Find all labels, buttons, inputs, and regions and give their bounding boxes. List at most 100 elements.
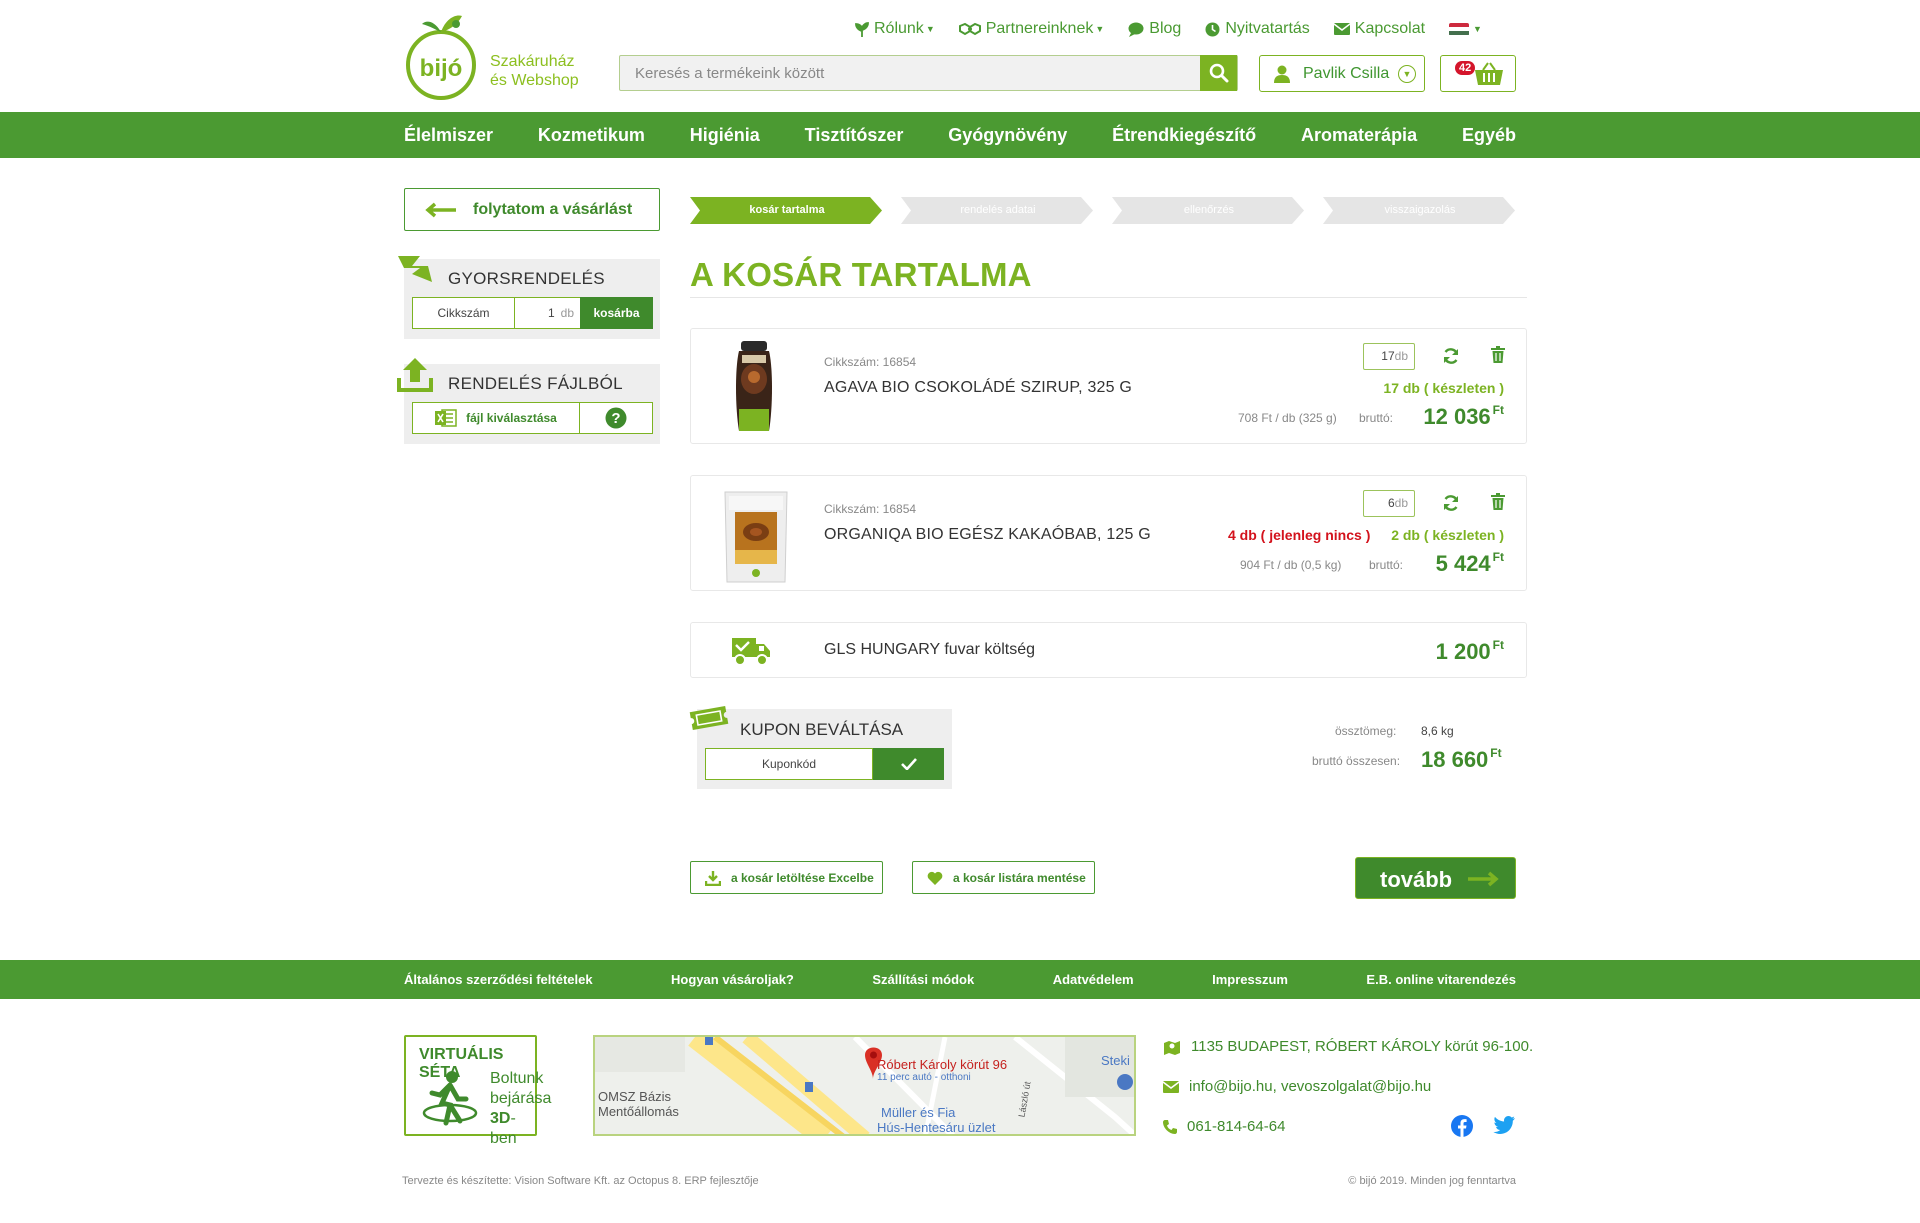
item-qty-input[interactable]: 17db xyxy=(1363,343,1415,370)
language-selector[interactable]: ▼ xyxy=(1449,22,1482,36)
next-button-label: tovább xyxy=(1380,867,1453,892)
footer-link-dispute[interactable]: E.B. online vitarendezés xyxy=(1366,972,1516,987)
cart-count-badge: 42 xyxy=(1455,61,1476,75)
truck-icon xyxy=(732,638,770,666)
map-label-butcher: Hús-Hentesáru üzlet xyxy=(877,1120,996,1135)
tagline-line2: és Webshop xyxy=(490,72,579,89)
bijo-logo[interactable]: bijó xyxy=(404,10,478,102)
item-unit-price: 708 Ft / db (325 g) xyxy=(1238,411,1337,425)
map-icon xyxy=(1164,1040,1180,1055)
upload-icon xyxy=(397,358,433,392)
main-category-nav: Élelmiszer Kozmetikum Higiénia Tisztítós… xyxy=(0,112,1920,158)
quick-order-qty-input[interactable]: 1 db xyxy=(514,297,580,329)
trash-icon[interactable] xyxy=(1491,346,1505,363)
refresh-icon[interactable] xyxy=(1442,494,1460,512)
quick-order-sku-input[interactable]: Cikkszám xyxy=(412,297,514,329)
item-stock-status: 2 db ( készleten ) xyxy=(1391,527,1504,543)
topnav-contact[interactable]: Kapcsolat xyxy=(1333,20,1425,38)
nav-food[interactable]: Élelmiszer xyxy=(404,125,493,146)
nav-supplements[interactable]: Étrendkiegészítő xyxy=(1112,125,1256,146)
chat-icon xyxy=(1128,22,1144,37)
item-price-currency: Ft xyxy=(1492,550,1504,564)
envelope-icon xyxy=(1163,1080,1179,1093)
footer-address: 1135 BUDAPEST, RÓBERT KÁROLY körút 96-10… xyxy=(1163,1038,1533,1055)
virtual-tour-box[interactable]: VIRTUÁLIS SÉTA Boltunk bejárása 3D-ben xyxy=(404,1035,551,1147)
step-order-details-label: rendelés adatai xyxy=(960,204,1036,216)
footer-email-text: info@bijo.hu, vevoszolgalat@bijo.hu xyxy=(1189,1078,1432,1095)
store-map[interactable]: Róbert Károly körút 96 11 perc autó - ot… xyxy=(593,1035,1136,1136)
nav-cleaning[interactable]: Tisztítószer xyxy=(805,125,904,146)
continue-shopping-label: folytatom a vásárlást xyxy=(473,201,633,218)
refresh-icon[interactable] xyxy=(1442,347,1460,365)
twitter-icon[interactable] xyxy=(1493,1116,1515,1134)
map-label-muller: Müller és Fia xyxy=(881,1105,956,1120)
product-image-syrup[interactable] xyxy=(711,337,801,437)
facebook-icon[interactable] xyxy=(1451,1115,1473,1137)
topnav-opening-hours[interactable]: Nyitvatartás xyxy=(1205,20,1310,38)
file-order-title: RENDELÉS FÁJLBÓL xyxy=(448,374,623,393)
footer-link-shipping[interactable]: Szállítási módok xyxy=(872,972,974,987)
step-cart-contents[interactable]: kosár tartalma xyxy=(690,197,884,224)
svg-text:?: ? xyxy=(611,410,620,427)
shipping-price-currency: Ft xyxy=(1492,638,1504,652)
topnav-about[interactable]: Rólunk ▼ xyxy=(855,20,935,38)
next-button[interactable]: tovább xyxy=(1355,857,1516,899)
continue-shopping-button[interactable]: folytatom a vásárlást xyxy=(404,188,660,231)
item-qty-unit: db xyxy=(1394,349,1408,363)
quick-order-panel: GYORSRENDELÉS Cikkszám 1 db kosárba xyxy=(398,256,660,339)
coupon-apply-button[interactable] xyxy=(873,748,944,780)
item-name[interactable]: ORGANIQA BIO EGÉSZ KAKAÓBAB, 125 G xyxy=(824,526,1151,544)
coupon-code-input[interactable]: Kuponkód xyxy=(705,748,873,780)
product-image-cacao[interactable] xyxy=(711,484,801,584)
footer-link-how-to-buy[interactable]: Hogyan vásároljak? xyxy=(671,972,794,987)
item-brutto-label: bruttó: xyxy=(1359,411,1394,425)
topnav-blog-label: Blog xyxy=(1149,20,1182,37)
handshake-icon xyxy=(958,22,981,36)
item-price: 5 424 Ft xyxy=(1436,550,1504,577)
footer-link-imprint[interactable]: Impresszum xyxy=(1212,972,1288,987)
choose-file-button[interactable]: fájl kiválasztása xyxy=(412,402,580,434)
save-to-list-button[interactable]: a kosár listára mentése xyxy=(912,861,1095,894)
item-out-of-stock-status: 4 db ( jelenleg nincs ) xyxy=(1228,527,1371,543)
footer-phone[interactable]: 061-814-64-64 xyxy=(1163,1118,1285,1135)
shipping-label: GLS HUNGARY fuvar költség xyxy=(824,641,1036,658)
virtual-tour-line2: bejárása xyxy=(490,1090,552,1107)
save-to-list-label: a kosár listára mentése xyxy=(953,870,1086,885)
step-confirmation: visszaigazolás xyxy=(1323,197,1517,224)
topnav-blog[interactable]: Blog xyxy=(1128,20,1181,38)
nav-herbs[interactable]: Gyógynövény xyxy=(948,125,1067,146)
quick-order-add-button[interactable]: kosárba xyxy=(580,297,653,329)
total-gross-currency: Ft xyxy=(1490,746,1502,760)
trash-icon[interactable] xyxy=(1491,493,1505,510)
nav-hygiene[interactable]: Higiénia xyxy=(690,125,760,146)
footer-link-terms[interactable]: Általános szerződési feltételek xyxy=(404,972,593,987)
topnav-opening-hours-label: Nyitvatartás xyxy=(1225,20,1310,37)
title-divider xyxy=(690,297,1527,298)
map-label-omsz: OMSZ Bázis xyxy=(598,1089,671,1104)
nav-aromatherapy[interactable]: Aromaterápia xyxy=(1301,125,1417,146)
item-name[interactable]: AGAVA BIO CSOKOLÁDÉ SZIRUP, 325 G xyxy=(824,379,1132,397)
footer-address-text: 1135 BUDAPEST, RÓBERT KÁROLY körút 96-10… xyxy=(1191,1038,1534,1055)
help-button[interactable]: ? xyxy=(580,402,653,434)
item-qty-value: 17 xyxy=(1381,349,1395,363)
user-menu[interactable]: Pavlik Csilla ▼ xyxy=(1259,55,1425,92)
nav-other[interactable]: Egyéb xyxy=(1462,125,1516,146)
cart-item-row: Cikkszám: 16854 AGAVA BIO CSOKOLÁDÉ SZIR… xyxy=(690,328,1527,444)
item-sku: Cikkszám: 16854 xyxy=(824,502,917,516)
footer-email[interactable]: info@bijo.hu, vevoszolgalat@bijo.hu xyxy=(1163,1078,1431,1095)
footer-link-privacy[interactable]: Adatvédelem xyxy=(1053,972,1134,987)
svg-text:bijó: bijó xyxy=(420,55,463,82)
clock-icon xyxy=(1205,22,1220,36)
search-button[interactable] xyxy=(1200,55,1237,91)
footer-link-bar: Általános szerződési feltételek Hogyan v… xyxy=(0,960,1920,999)
item-price-value: 12 036 xyxy=(1423,404,1491,429)
item-qty-input[interactable]: 6db xyxy=(1363,490,1415,517)
cart-button[interactable]: 42 xyxy=(1440,55,1516,92)
nav-cosmetics[interactable]: Kozmetikum xyxy=(538,125,645,146)
download-excel-button[interactable]: a kosár letöltése Excelbe xyxy=(690,861,883,894)
item-qty-value: 6 xyxy=(1387,496,1395,510)
topnav-partners[interactable]: Partnereinknek ▼ xyxy=(958,20,1104,38)
hungarian-flag-icon xyxy=(1449,22,1470,36)
search-input[interactable] xyxy=(620,56,1200,90)
virtual-tour-line1: Boltunk xyxy=(490,1070,544,1087)
